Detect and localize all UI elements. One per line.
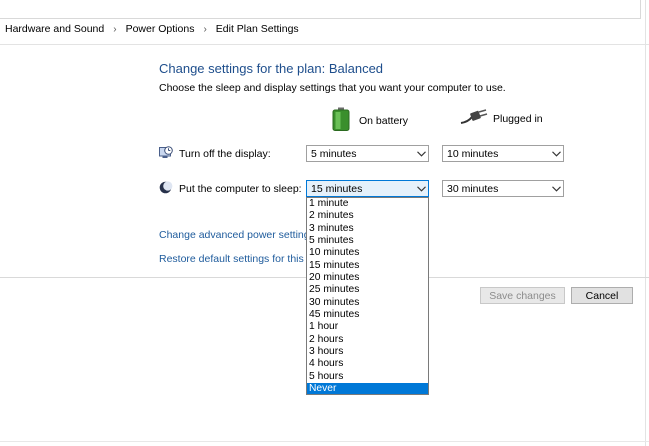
- computer-sleep-label: Put the computer to sleep:: [179, 183, 302, 195]
- breadcrumb: Hardware and Sound › Power Options › Edi…: [5, 22, 299, 36]
- breadcrumb-separator-icon: ›: [113, 23, 117, 35]
- dropdown-option[interactable]: 5 minutes: [307, 235, 428, 247]
- breadcrumb-power-options[interactable]: Power Options: [126, 23, 195, 35]
- page-subtitle: Choose the sleep and display settings th…: [159, 82, 506, 94]
- dropdown-option[interactable]: 30 minutes: [307, 297, 428, 309]
- save-changes-button[interactable]: Save changes: [480, 287, 565, 304]
- window-right-border: [645, 0, 646, 446]
- display-timer-icon: [159, 146, 173, 162]
- breadcrumb-hardware-and-sound[interactable]: Hardware and Sound: [5, 23, 104, 35]
- breadcrumb-separator-icon: ›: [203, 23, 207, 35]
- column-header-on-battery: On battery: [331, 107, 408, 134]
- dropdown-option[interactable]: 10 minutes: [307, 247, 428, 259]
- on-battery-label: On battery: [359, 114, 409, 127]
- chevron-down-icon: [549, 150, 563, 157]
- turn-off-display-row: Turn off the display:: [159, 146, 271, 162]
- dropdown-option[interactable]: 5 hours: [307, 371, 428, 383]
- restore-default-settings-link[interactable]: Restore default settings for this plan: [159, 253, 306, 265]
- sleep-moon-icon: [159, 181, 173, 197]
- chevron-down-icon: [549, 185, 563, 192]
- breadcrumb-edit-plan-settings[interactable]: Edit Plan Settings: [216, 23, 299, 35]
- dropdown-option[interactable]: 2 minutes: [307, 210, 428, 222]
- dropdown-option[interactable]: 15 minutes: [307, 260, 428, 272]
- display-plugged-in-select[interactable]: 10 minutes: [442, 145, 564, 162]
- bottom-edge: [0, 441, 649, 442]
- change-advanced-power-settings-link[interactable]: Change advanced power settings: [159, 229, 315, 241]
- column-header-plugged-in: Plugged in: [460, 109, 543, 128]
- chevron-down-icon: [414, 185, 428, 192]
- sleep-on-battery-select[interactable]: 15 minutes: [306, 180, 429, 197]
- dropdown-option[interactable]: 4 hours: [307, 358, 428, 370]
- dropdown-option-never-highlighted[interactable]: Never: [307, 383, 428, 394]
- page-title: Change settings for the plan: Balanced: [159, 61, 384, 76]
- computer-sleep-row: Put the computer to sleep:: [159, 181, 302, 197]
- dropdown-option[interactable]: 45 minutes: [307, 309, 428, 321]
- window-top-frame: [0, 0, 641, 19]
- dropdown-option[interactable]: 2 hours: [307, 334, 428, 346]
- dropdown-option[interactable]: 1 minute: [307, 198, 428, 210]
- dropdown-option[interactable]: 25 minutes: [307, 284, 428, 296]
- power-plug-icon: [460, 109, 488, 128]
- dropdown-option[interactable]: 20 minutes: [307, 272, 428, 284]
- battery-icon: [331, 107, 351, 134]
- dropdown-option[interactable]: 3 minutes: [307, 223, 428, 235]
- turn-off-display-label: Turn off the display:: [179, 148, 271, 160]
- sleep-plugged-in-select[interactable]: 30 minutes: [442, 180, 564, 197]
- breadcrumb-divider: [0, 44, 649, 45]
- cancel-button[interactable]: Cancel: [571, 287, 633, 304]
- sleep-duration-dropdown-list[interactable]: 1 minute 2 minutes 3 minutes 5 minutes 1…: [306, 197, 429, 395]
- display-on-battery-select[interactable]: 5 minutes: [306, 145, 429, 162]
- dropdown-option[interactable]: 3 hours: [307, 346, 428, 358]
- dropdown-option[interactable]: 1 hour: [307, 321, 428, 333]
- plugged-in-label: Plugged in: [493, 112, 543, 125]
- chevron-down-icon: [414, 150, 428, 157]
